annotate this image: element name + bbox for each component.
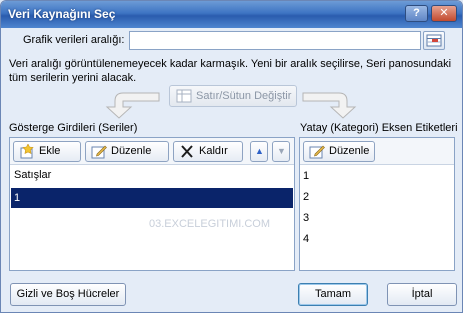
- category-item[interactable]: 4: [303, 232, 309, 246]
- watermark-text: 03.EXCELEGITIMI.COM: [149, 218, 271, 230]
- remove-series-label: Kaldır: [199, 145, 228, 157]
- hidden-empty-cells-button[interactable]: Gizli ve Boş Hücreler: [10, 283, 126, 306]
- info-text: Veri aralığı görüntülenemeyecek kadar ka…: [9, 58, 452, 84]
- cancel-button[interactable]: İptal: [387, 283, 457, 306]
- edit-icon: [309, 145, 325, 159]
- switch-row-column-button[interactable]: Satır/Sütun Değiştir: [169, 85, 297, 107]
- category-item[interactable]: 2: [303, 190, 309, 204]
- add-series-button[interactable]: Ekle: [13, 141, 81, 162]
- switch-row-column-icon: [176, 89, 192, 103]
- remove-series-button[interactable]: Kaldır: [173, 141, 243, 162]
- category-item[interactable]: 3: [303, 211, 309, 225]
- category-item[interactable]: 1: [303, 169, 309, 183]
- category-panel: Düzenle 1 2 3 4: [299, 137, 455, 271]
- chart-range-input[interactable]: [129, 31, 421, 50]
- chart-range-label: Grafik verileri aralığı:: [23, 34, 125, 46]
- edit-category-button[interactable]: Düzenle: [303, 141, 375, 162]
- arrow-down-right-icon: [302, 92, 357, 119]
- add-series-label: Ekle: [39, 145, 61, 157]
- title-bar[interactable]: Veri Kaynağını Seç ? ✕: [1, 1, 462, 28]
- arrow-up-icon: ▲: [255, 146, 264, 156]
- edit-series-label: Düzenle: [111, 145, 152, 157]
- range-select-icon: [426, 34, 442, 47]
- help-button[interactable]: ?: [405, 5, 428, 22]
- remove-icon: [181, 145, 193, 158]
- select-data-source-dialog: Veri Kaynağını Seç ? ✕ Grafik verileri a…: [0, 0, 463, 313]
- ok-button[interactable]: Tamam: [298, 283, 368, 306]
- close-button[interactable]: ✕: [431, 5, 457, 22]
- collapse-dialog-button[interactable]: [423, 31, 445, 50]
- arrow-down-icon: ▼: [277, 146, 286, 156]
- series-panel: Ekle Düzenle Kaldır ▲ ▼ Satışlar 1: [9, 137, 295, 271]
- series-list-item[interactable]: Satışlar: [11, 165, 293, 185]
- series-list-item-selected[interactable]: 1: [11, 188, 293, 208]
- series-toolbar: Ekle Düzenle Kaldır ▲ ▼: [10, 138, 294, 165]
- edit-category-label: Düzenle: [329, 145, 370, 157]
- category-toolbar: Düzenle: [300, 138, 454, 165]
- category-panel-title: Yatay (Kategori) Eksen Etiketleri: [300, 122, 458, 134]
- move-up-button[interactable]: ▲: [250, 141, 268, 162]
- series-panel-title: Gösterge Girdileri (Seriler): [9, 122, 138, 134]
- edit-icon: [91, 145, 107, 159]
- switch-row-column-label: Satır/Sütun Değiştir: [196, 90, 292, 102]
- window-title: Veri Kaynağını Seç: [8, 7, 116, 21]
- move-down-button[interactable]: ▼: [272, 141, 290, 162]
- arrow-down-left-icon: [105, 92, 160, 119]
- edit-series-button[interactable]: Düzenle: [85, 141, 169, 162]
- add-icon: [20, 144, 34, 159]
